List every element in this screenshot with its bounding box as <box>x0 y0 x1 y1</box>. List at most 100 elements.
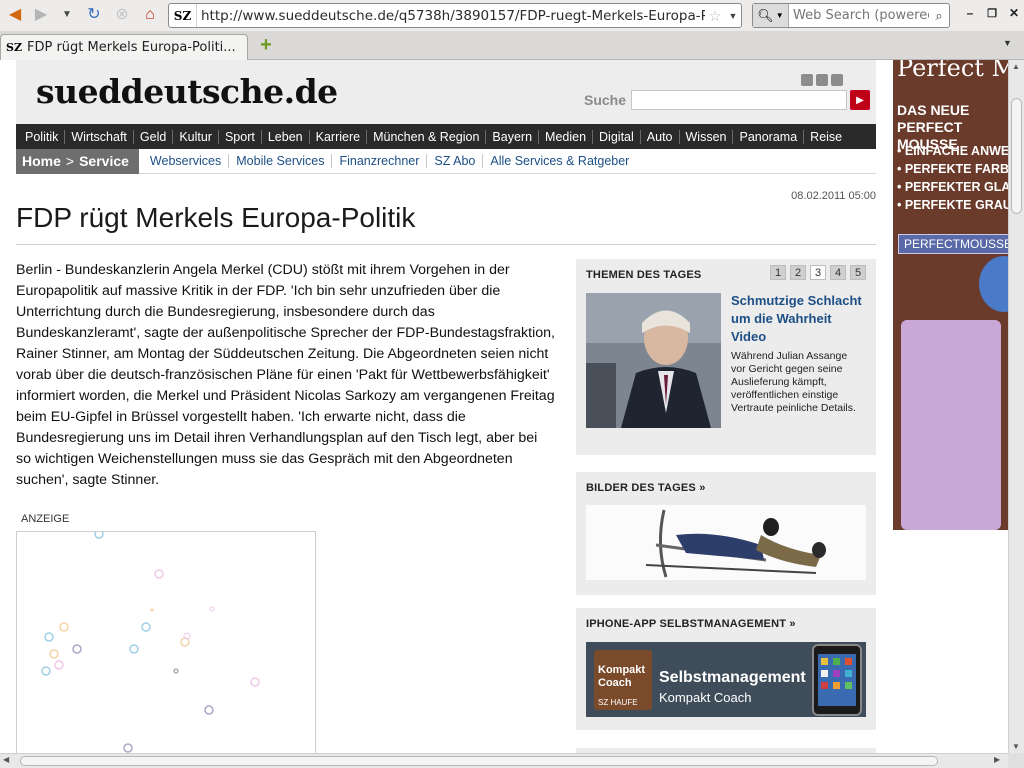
nav-item[interactable]: Digital <box>593 129 641 144</box>
address-bar[interactable]: SZ http://www.sueddeutsche.de/q5738h/389… <box>168 3 742 28</box>
bookmark-star-icon[interactable]: ☆ <box>705 7 725 25</box>
breadcrumb-current[interactable]: Service <box>79 153 129 169</box>
sled-photo-graphic <box>645 509 826 578</box>
nav-item[interactable]: Leben <box>262 129 310 144</box>
site-search-input[interactable] <box>631 90 847 110</box>
ad-feature-item: • PERFEKTER GLANZ <box>897 180 1008 194</box>
story-video-link[interactable]: Video <box>731 329 766 344</box>
ad-feature-item: • PERFEKTE FARBE <box>897 162 1008 176</box>
horizontal-scrollbar[interactable]: ◀ ▶ <box>0 753 1008 768</box>
breadcrumb-home[interactable]: Home <box>22 153 61 169</box>
subnav-link[interactable]: Alle Services & Ratgeber <box>483 154 636 168</box>
story-title[interactable]: Schmutzige Schlacht um die Wahrheit Vide… <box>731 292 869 346</box>
vertical-scrollbar[interactable]: ▲ ▼ <box>1008 60 1024 753</box>
nav-item[interactable]: Wissen <box>680 129 734 144</box>
iphone-title[interactable]: IPHONE-APP SELBSTMANAGEMENT » <box>586 618 796 630</box>
subnav-link[interactable]: Mobile Services <box>229 154 333 168</box>
scroll-down-icon[interactable]: ▼ <box>1012 742 1020 751</box>
web-search-bar[interactable]: 🔍︎▼ ⌕ <box>752 3 950 28</box>
close-window-button[interactable]: ✕ <box>1005 4 1023 22</box>
nav-item[interactable]: Panorama <box>733 129 805 144</box>
back-arrow-icon: ◀ <box>8 6 22 23</box>
stop-icon: ⊗ <box>115 6 129 23</box>
url-field[interactable]: http://www.sueddeutsche.de/q5738h/389015… <box>197 8 705 24</box>
nav-item[interactable]: Wirtschaft <box>65 129 134 144</box>
ad-feature-item: • PERFEKTE GRAUABDECKUNG <box>897 198 1008 212</box>
article-headline: FDP rügt Merkels Europa-Politik <box>16 202 876 245</box>
facebook-icon[interactable] <box>831 74 843 86</box>
tab-active[interactable]: SZ FDP rügt Merkels Europa-Politi... <box>0 34 248 60</box>
article-date: 08.02.2011 05:00 <box>791 190 876 202</box>
url-history-dropdown-icon[interactable]: ▼ <box>725 11 741 21</box>
nav-item[interactable]: Karriere <box>310 129 368 144</box>
search-go-icon[interactable]: ⌕ <box>929 8 949 24</box>
nav-item[interactable]: Medien <box>539 129 594 144</box>
forward-arrow-icon: ▶ <box>34 6 48 23</box>
themen-pager: 12345 <box>770 265 866 280</box>
reload-icon: ↻ <box>87 6 101 23</box>
coach-logo-brand: SZ HAUFE <box>598 698 638 707</box>
web-search-input[interactable] <box>789 8 929 23</box>
banner-title: Selbstmanagement <box>659 669 806 686</box>
page-number-button[interactable]: 5 <box>850 265 866 280</box>
site-search-button[interactable]: ▶ <box>850 90 870 110</box>
history-dropdown-button[interactable]: ▼ <box>56 4 78 26</box>
page-number-button[interactable]: 2 <box>790 265 806 280</box>
subnav-link[interactable]: SZ Abo <box>427 154 484 168</box>
horizontal-scroll-thumb[interactable] <box>20 756 938 766</box>
site-identity-button[interactable]: SZ <box>169 4 197 27</box>
nav-item[interactable]: Bayern <box>486 129 540 144</box>
scroll-right-icon[interactable]: ▶ <box>994 755 1000 764</box>
minimize-button[interactable]: – <box>961 4 979 22</box>
search-engine-selector[interactable]: 🔍︎ ▼ <box>753 4 789 27</box>
reload-button[interactable]: ↻ <box>83 4 105 26</box>
new-tab-plus-icon[interactable]: + <box>258 35 274 55</box>
subnav-link[interactable]: Finanzrechner <box>332 154 428 168</box>
banner-subtitle: Kompakt Coach <box>659 690 752 705</box>
page-number-button[interactable]: 1 <box>770 265 786 280</box>
scrollbar-corner <box>1008 753 1024 768</box>
ad-cta-button[interactable]: PERFECTMOUSSE.DE <box>898 234 1008 254</box>
story-headline[interactable]: Schmutzige Schlacht um die Wahrheit <box>731 293 862 326</box>
perfect-mousse-ad[interactable]: Perfect Mousse DAS NEUE PERFECT MOUSSE •… <box>893 60 1008 530</box>
bilder-photo[interactable] <box>586 505 866 580</box>
main-navigation: Politik Wirtschaft Geld Kultur Sport Leben Kar… <box>16 124 876 149</box>
kompakt-coach-banner[interactable]: Kompakt Coach SZ HAUFE Selbstmanagement … <box>586 642 866 717</box>
stop-button[interactable]: ⊗ <box>111 4 133 26</box>
scroll-up-icon[interactable]: ▲ <box>1012 62 1020 71</box>
page-number-button[interactable]: 4 <box>830 265 846 280</box>
nav-item[interactable]: Geld <box>134 129 174 144</box>
vertical-scroll-thumb[interactable] <box>1011 98 1022 214</box>
nav-item[interactable]: München & Region <box>367 129 487 144</box>
nav-item[interactable]: Auto <box>641 129 680 144</box>
breadcrumb: Home > Service <box>16 148 139 174</box>
social-icon[interactable] <box>816 74 828 86</box>
advertisement-box[interactable] <box>16 529 316 753</box>
rss-icon[interactable] <box>801 74 813 86</box>
ad-feature-item: • EINFACHE ANWENDUNG <box>897 144 1008 158</box>
page-viewport: sueddeutsche.de Suche ▶ Politik Wirtschaf… <box>0 60 1008 753</box>
ad-bubbles-graphic <box>41 529 260 753</box>
list-all-tabs-icon[interactable]: ▼ <box>1003 38 1012 48</box>
themen-des-tages-box: THEMEN DES TAGES 12345 Schmutzige Schlac… <box>576 259 876 455</box>
arrow-right-icon: ▶ <box>856 94 864 106</box>
nav-item[interactable]: Reise <box>804 130 848 144</box>
kompakt-coach-logo: Kompakt Coach SZ HAUFE <box>594 650 652 710</box>
ad-product-image <box>901 320 1001 530</box>
ad-label: ANZEIGE <box>21 513 70 525</box>
assange-photo-graphic <box>586 293 721 428</box>
nav-item[interactable]: Politik <box>19 129 66 144</box>
back-button[interactable]: ◀ <box>4 4 26 26</box>
bilder-title[interactable]: BILDER DES TAGES » <box>586 482 706 494</box>
tab-title: FDP rügt Merkels Europa-Politi... <box>26 40 236 55</box>
site-logo[interactable]: sueddeutsche.de <box>36 72 338 111</box>
subnav-link[interactable]: Webservices <box>143 154 230 168</box>
nav-item[interactable]: Sport <box>219 129 262 144</box>
maximize-button[interactable]: ❐ <box>983 4 1001 22</box>
story-photo[interactable] <box>586 293 721 428</box>
scroll-left-icon[interactable]: ◀ <box>3 755 9 764</box>
forward-button[interactable]: ▶ <box>30 4 52 26</box>
nav-item[interactable]: Kultur <box>173 129 219 144</box>
home-button[interactable]: ⌂ <box>139 4 161 26</box>
page-number-button[interactable]: 3 <box>810 265 826 280</box>
